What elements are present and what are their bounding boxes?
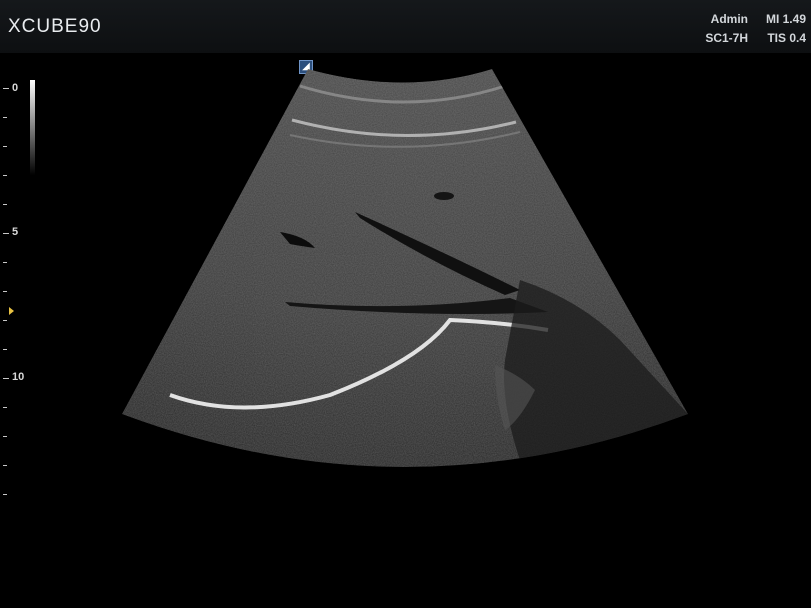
ultrasound-screen: XCUBE90 Admin MI 1.49 SC1-7H TIS 0.4 0 5… (0, 0, 811, 608)
ultrasound-image[interactable] (0, 0, 811, 608)
speckle-texture (122, 69, 688, 467)
vessel-cross-section (434, 192, 454, 200)
